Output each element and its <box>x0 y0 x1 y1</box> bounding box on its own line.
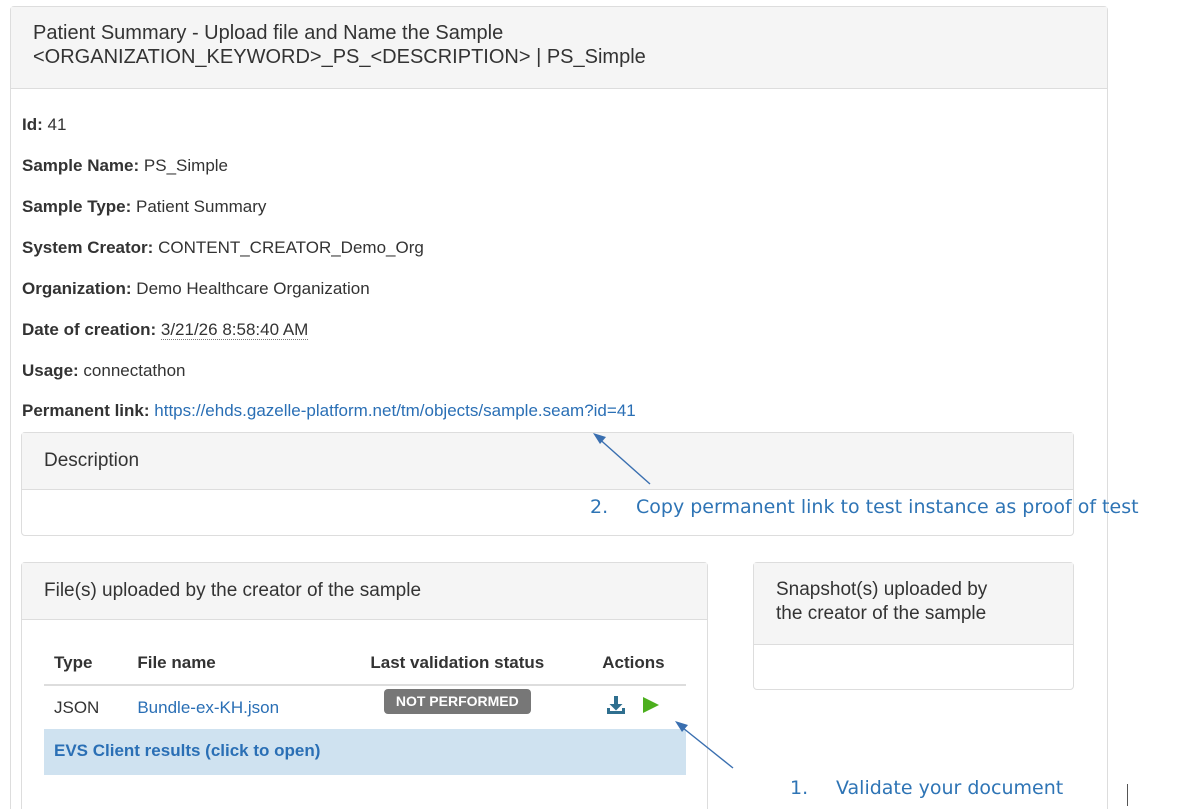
sample-type-label: Sample Type: <box>22 197 132 216</box>
permanent-link[interactable]: https://ehds.gazelle-platform.net/tm/obj… <box>154 401 635 420</box>
files-table: Type File name Last validation status Ac… <box>44 641 686 729</box>
info-sample-type: Sample Type: Patient Summary <box>22 196 266 218</box>
column-header-file-name: File name <box>127 641 334 686</box>
annotation-validate: 1. Validate your document <box>790 777 1063 799</box>
annotation-text: Copy permanent link to test instance as … <box>636 496 1139 518</box>
annotation-number: 2. <box>590 496 609 518</box>
sample-title-line1: Patient Summary - Upload file and Name t… <box>33 22 504 44</box>
info-organization: Organization: Demo Healthcare Organizati… <box>22 278 370 300</box>
date-of-creation-label: Date of creation: <box>22 320 157 339</box>
organization-label: Organization: <box>22 279 132 298</box>
date-of-creation-value: 3/21/26 8:58:40 AM <box>160 320 309 340</box>
info-usage: Usage: connectathon <box>22 360 186 382</box>
sample-title-line2: <ORGANIZATION_KEYWORD>_PS_<DESCRIPTION> … <box>33 46 646 68</box>
info-system-creator: System Creator: CONTENT_CREATOR_Demo_Org <box>22 237 424 259</box>
id-label: Id: <box>22 115 43 134</box>
info-id: Id: 41 <box>22 114 66 136</box>
snapshot-title-line2: the creator of the sample <box>776 603 987 624</box>
play-icon[interactable] <box>639 694 661 716</box>
actions-cell <box>581 685 686 729</box>
permanent-link-label: Permanent link: <box>22 401 150 420</box>
file-name-cell: Bundle-ex-KH.json <box>127 685 333 729</box>
info-permanent-link: Permanent link: https://ehds.gazelle-pla… <box>22 400 636 422</box>
description-heading: Description <box>22 433 1073 490</box>
description-panel: Description <box>21 432 1074 536</box>
file-type-cell: JSON <box>54 697 100 717</box>
status-badge: NOT PERFORMED <box>383 689 531 714</box>
file-name-link[interactable]: Bundle-ex-KH.json <box>137 698 279 717</box>
system-creator-value: CONTENT_CREATOR_Demo_Org <box>158 238 424 257</box>
text-cursor <box>1127 784 1128 806</box>
info-date-of-creation: Date of creation: 3/21/26 8:58:40 AM <box>22 319 309 341</box>
usage-label: Usage: <box>22 361 79 380</box>
sample-type-value: Patient Summary <box>136 197 267 216</box>
evs-client-results-link[interactable]: EVS Client results (click to open) <box>44 729 686 775</box>
annotation-copy-link: 2. Copy permanent link to test instance a… <box>590 496 1139 518</box>
files-table-header: Type File name Last validation status Ac… <box>44 641 686 686</box>
info-sample-name: Sample Name: PS_Simple <box>22 155 228 177</box>
annotation-number: 1. <box>790 777 809 799</box>
snapshot-panel: Snapshot(s) uploaded by the creator of t… <box>753 562 1074 690</box>
sample-name-value: PS_Simple <box>143 156 229 175</box>
column-header-type: Type <box>44 641 128 686</box>
id-value: 41 <box>47 115 67 134</box>
column-header-status: Last validation status <box>333 641 581 686</box>
snapshot-title-line1: Snapshot(s) uploaded by <box>776 579 988 600</box>
download-icon[interactable] <box>605 694 627 716</box>
sample-name-label: Sample Name: <box>22 156 140 175</box>
column-header-actions: Actions <box>580 641 686 686</box>
usage-value: connectathon <box>83 361 186 380</box>
snapshot-heading: Snapshot(s) uploaded by the creator of t… <box>754 563 1073 645</box>
annotation-text: Validate your document <box>836 777 1064 799</box>
system-creator-label: System Creator: <box>22 238 154 257</box>
files-panel: File(s) uploaded by the creator of the s… <box>21 562 708 809</box>
sample-panel-heading: Patient Summary - Upload file and Name t… <box>11 7 1107 89</box>
files-panel-heading: File(s) uploaded by the creator of the s… <box>22 563 707 620</box>
organization-value: Demo Healthcare Organization <box>136 279 370 298</box>
table-row: JSON Bundle-ex-KH.json NOT PERFORMED <box>44 685 686 729</box>
validation-status-cell: NOT PERFORMED <box>334 685 581 729</box>
